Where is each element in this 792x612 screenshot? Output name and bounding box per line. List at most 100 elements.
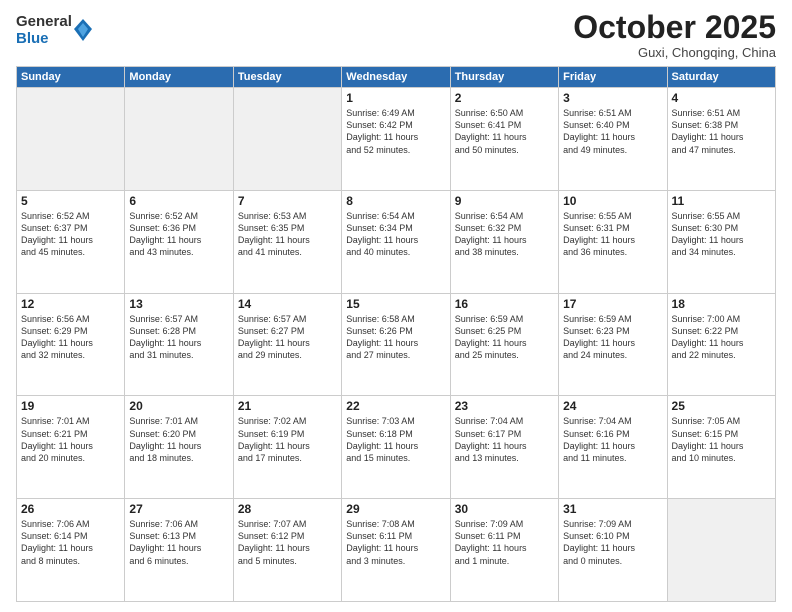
- day-number: 3: [563, 91, 662, 105]
- cell-text: Sunrise: 6:59 AMSunset: 6:25 PMDaylight:…: [455, 313, 554, 362]
- day-number: 18: [672, 297, 771, 311]
- calendar-cell: 30Sunrise: 7:09 AMSunset: 6:11 PMDayligh…: [450, 499, 558, 602]
- calendar-cell: 24Sunrise: 7:04 AMSunset: 6:16 PMDayligh…: [559, 396, 667, 499]
- calendar-cell: 18 Sunrise: 7:00 AMSunset: 6:22 PMDayligh…: [667, 293, 775, 396]
- cell-text: Sunrise: 6:53 AMSunset: 6:35 PMDaylight:…: [238, 210, 337, 259]
- day-number: 8: [346, 194, 445, 208]
- day-number: 13: [129, 297, 228, 311]
- calendar-cell: 19Sunrise: 7:01 AMSunset: 6:21 PMDayligh…: [17, 396, 125, 499]
- calendar-cell: 14Sunrise: 6:57 AMSunset: 6:27 PMDayligh…: [233, 293, 341, 396]
- day-number: 28: [238, 502, 337, 516]
- cell-text: Sunrise: 6:59 AMSunset: 6:23 PMDaylight:…: [563, 313, 662, 362]
- day-number: 24: [563, 399, 662, 413]
- calendar-cell: 11 Sunrise: 6:55 AMSunset: 6:30 PMDayligh…: [667, 190, 775, 293]
- cell-text: Sunrise: 7:00 AMSunset: 6:22 PMDaylight:…: [672, 313, 771, 362]
- logo-icon: [74, 19, 92, 41]
- calendar-cell: 7 Sunrise: 6:53 AMSunset: 6:35 PMDaylight…: [233, 190, 341, 293]
- calendar-cell: 20 Sunrise: 7:01 AMSunset: 6:20 PMDayligh…: [125, 396, 233, 499]
- logo-blue: Blue: [16, 31, 72, 48]
- calendar-cell: [17, 88, 125, 191]
- day-number: 20: [129, 399, 228, 413]
- week-row-2: 12Sunrise: 6:56 AMSunset: 6:29 PMDayligh…: [17, 293, 776, 396]
- cell-text: Sunrise: 6:55 AMSunset: 6:31 PMDaylight:…: [563, 210, 662, 259]
- calendar-cell: 1 Sunrise: 6:49 AMSunset: 6:42 PMDaylight…: [342, 88, 450, 191]
- day-number: 29: [346, 502, 445, 516]
- cell-text: Sunrise: 6:52 AMSunset: 6:36 PMDaylight:…: [129, 210, 228, 259]
- day-number: 2: [455, 91, 554, 105]
- calendar-cell: [125, 88, 233, 191]
- title-block: October 2025 Guxi, Chongqing, China: [573, 10, 776, 60]
- cell-text: Sunrise: 7:09 AMSunset: 6:10 PMDaylight:…: [563, 518, 662, 567]
- cell-text: Sunrise: 7:06 AMSunset: 6:13 PMDaylight:…: [129, 518, 228, 567]
- cell-text: Sunrise: 6:51 AMSunset: 6:40 PMDaylight:…: [563, 107, 662, 156]
- logo: General Blue: [16, 14, 92, 47]
- cell-text: Sunrise: 6:54 AMSunset: 6:34 PMDaylight:…: [346, 210, 445, 259]
- weekday-header-friday: Friday: [559, 67, 667, 88]
- week-row-0: 1 Sunrise: 6:49 AMSunset: 6:42 PMDaylight…: [17, 88, 776, 191]
- cell-text: Sunrise: 7:05 AMSunset: 6:15 PMDaylight:…: [672, 415, 771, 464]
- cell-text: Sunrise: 7:03 AMSunset: 6:18 PMDaylight:…: [346, 415, 445, 464]
- week-row-3: 19Sunrise: 7:01 AMSunset: 6:21 PMDayligh…: [17, 396, 776, 499]
- calendar-cell: 28 Sunrise: 7:07 AMSunset: 6:12 PMDayligh…: [233, 499, 341, 602]
- calendar-cell: 17 Sunrise: 6:59 AMSunset: 6:23 PMDayligh…: [559, 293, 667, 396]
- calendar-cell: 31 Sunrise: 7:09 AMSunset: 6:10 PMDayligh…: [559, 499, 667, 602]
- cell-text: Sunrise: 7:01 AMSunset: 6:20 PMDaylight:…: [129, 415, 228, 464]
- weekday-header-thursday: Thursday: [450, 67, 558, 88]
- day-number: 22: [346, 399, 445, 413]
- cell-text: Sunrise: 6:56 AMSunset: 6:29 PMDaylight:…: [21, 313, 120, 362]
- weekday-header-tuesday: Tuesday: [233, 67, 341, 88]
- day-number: 6: [129, 194, 228, 208]
- subtitle: Guxi, Chongqing, China: [573, 45, 776, 60]
- page: General Blue October 2025 Guxi, Chongqin…: [0, 0, 792, 612]
- day-number: 5: [21, 194, 120, 208]
- day-number: 26: [21, 502, 120, 516]
- calendar-cell: 9Sunrise: 6:54 AMSunset: 6:32 PMDaylight…: [450, 190, 558, 293]
- calendar-cell: 5 Sunrise: 6:52 AMSunset: 6:37 PMDaylight…: [17, 190, 125, 293]
- weekday-header-monday: Monday: [125, 67, 233, 88]
- day-number: 27: [129, 502, 228, 516]
- day-number: 7: [238, 194, 337, 208]
- cell-text: Sunrise: 6:52 AMSunset: 6:37 PMDaylight:…: [21, 210, 120, 259]
- weekday-header-sunday: Sunday: [17, 67, 125, 88]
- day-number: 31: [563, 502, 662, 516]
- calendar-cell: 6 Sunrise: 6:52 AMSunset: 6:36 PMDaylight…: [125, 190, 233, 293]
- day-number: 11: [672, 194, 771, 208]
- calendar-cell: [667, 499, 775, 602]
- cell-text: Sunrise: 6:51 AMSunset: 6:38 PMDaylight:…: [672, 107, 771, 156]
- calendar-cell: 4 Sunrise: 6:51 AMSunset: 6:38 PMDaylight…: [667, 88, 775, 191]
- month-title: October 2025: [573, 10, 776, 45]
- calendar-cell: 27 Sunrise: 7:06 AMSunset: 6:13 PMDayligh…: [125, 499, 233, 602]
- day-number: 9: [455, 194, 554, 208]
- cell-text: Sunrise: 6:55 AMSunset: 6:30 PMDaylight:…: [672, 210, 771, 259]
- calendar-cell: 21Sunrise: 7:02 AMSunset: 6:19 PMDayligh…: [233, 396, 341, 499]
- cell-text: Sunrise: 7:07 AMSunset: 6:12 PMDaylight:…: [238, 518, 337, 567]
- cell-text: Sunrise: 7:08 AMSunset: 6:11 PMDaylight:…: [346, 518, 445, 567]
- cell-text: Sunrise: 6:57 AMSunset: 6:28 PMDaylight:…: [129, 313, 228, 362]
- day-number: 14: [238, 297, 337, 311]
- week-row-4: 26 Sunrise: 7:06 AMSunset: 6:14 PMDayligh…: [17, 499, 776, 602]
- calendar-cell: 2Sunrise: 6:50 AMSunset: 6:41 PMDaylight…: [450, 88, 558, 191]
- calendar-cell: 29 Sunrise: 7:08 AMSunset: 6:11 PMDayligh…: [342, 499, 450, 602]
- day-number: 4: [672, 91, 771, 105]
- cell-text: Sunrise: 6:49 AMSunset: 6:42 PMDaylight:…: [346, 107, 445, 156]
- day-number: 19: [21, 399, 120, 413]
- day-number: 23: [455, 399, 554, 413]
- weekday-header-wednesday: Wednesday: [342, 67, 450, 88]
- week-row-1: 5 Sunrise: 6:52 AMSunset: 6:37 PMDaylight…: [17, 190, 776, 293]
- calendar-cell: 3 Sunrise: 6:51 AMSunset: 6:40 PMDaylight…: [559, 88, 667, 191]
- calendar-table: SundayMondayTuesdayWednesdayThursdayFrid…: [16, 66, 776, 602]
- calendar-cell: 16 Sunrise: 6:59 AMSunset: 6:25 PMDayligh…: [450, 293, 558, 396]
- day-number: 10: [563, 194, 662, 208]
- day-number: 17: [563, 297, 662, 311]
- day-number: 16: [455, 297, 554, 311]
- calendar-cell: 13 Sunrise: 6:57 AMSunset: 6:28 PMDayligh…: [125, 293, 233, 396]
- day-number: 1: [346, 91, 445, 105]
- weekday-header-row: SundayMondayTuesdayWednesdayThursdayFrid…: [17, 67, 776, 88]
- calendar-cell: 22 Sunrise: 7:03 AMSunset: 6:18 PMDayligh…: [342, 396, 450, 499]
- calendar-cell: 23Sunrise: 7:04 AMSunset: 6:17 PMDayligh…: [450, 396, 558, 499]
- day-number: 25: [672, 399, 771, 413]
- calendar-cell: 12Sunrise: 6:56 AMSunset: 6:29 PMDayligh…: [17, 293, 125, 396]
- day-number: 21: [238, 399, 337, 413]
- calendar-cell: [233, 88, 341, 191]
- cell-text: Sunrise: 7:06 AMSunset: 6:14 PMDaylight:…: [21, 518, 120, 567]
